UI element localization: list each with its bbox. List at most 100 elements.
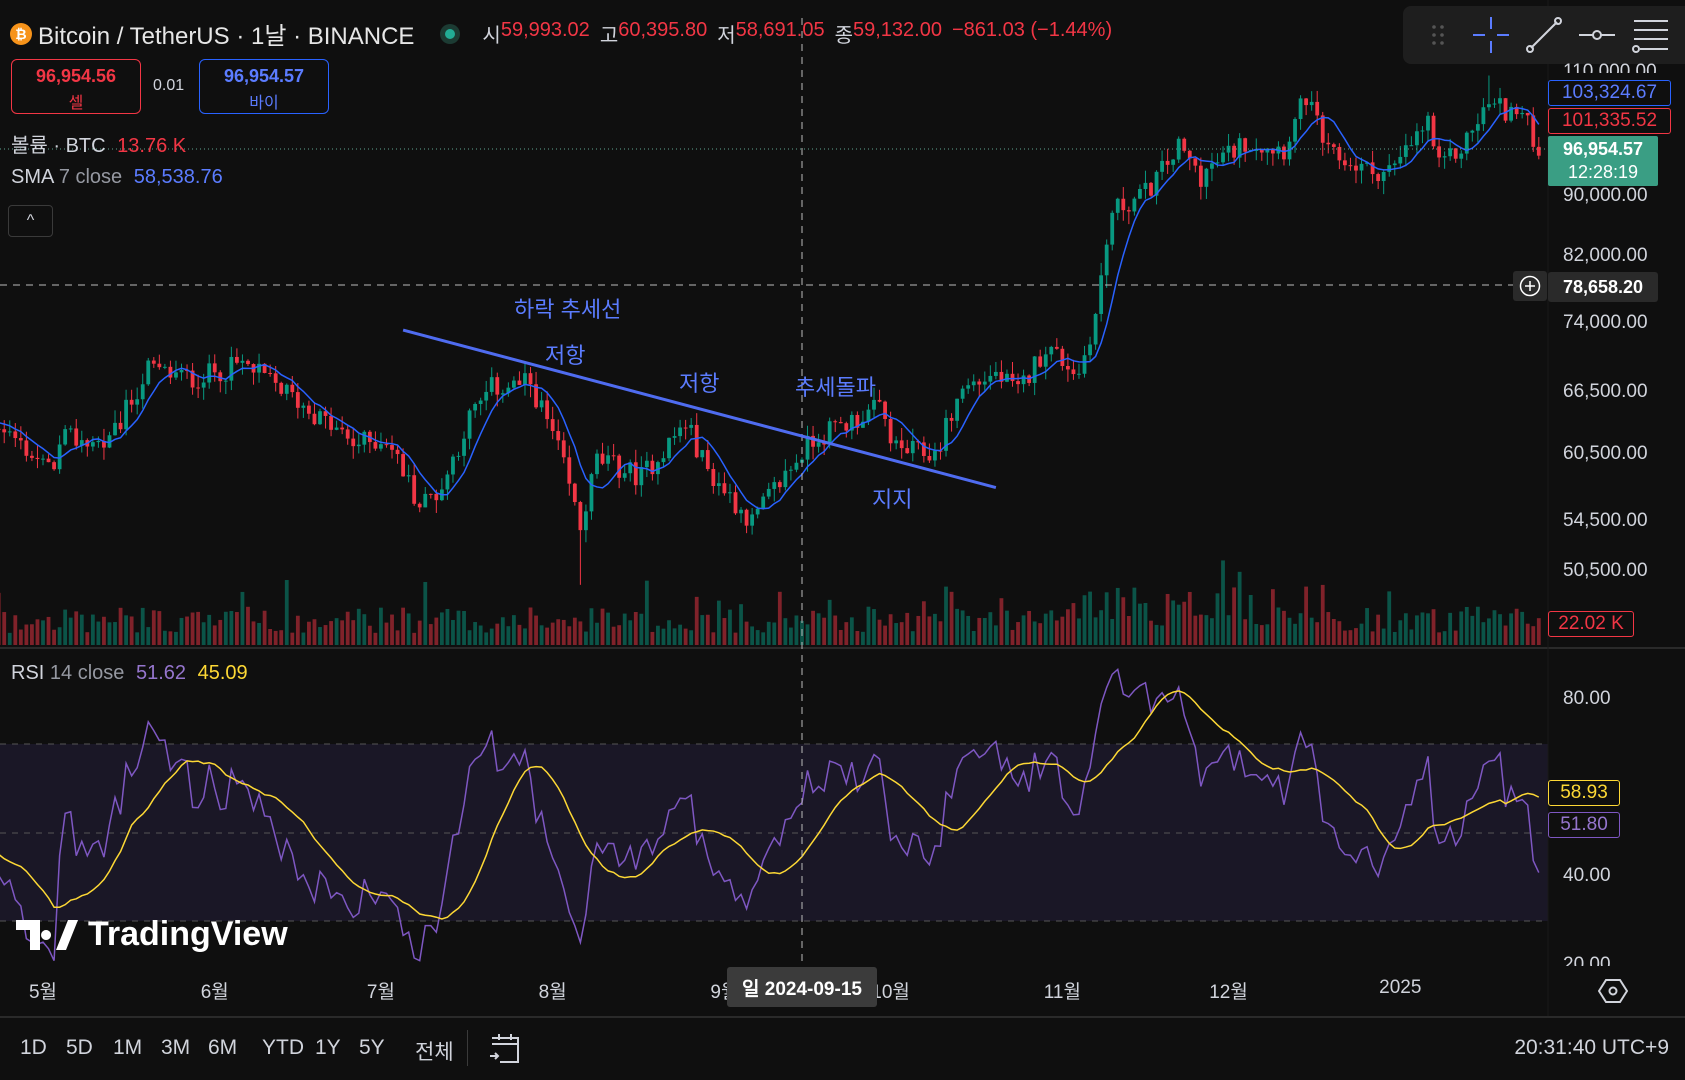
volume-bar — [196, 611, 201, 645]
candle-body — [1431, 115, 1436, 147]
candle-body — [401, 454, 405, 477]
volume-bar — [988, 612, 993, 645]
candle-body — [1409, 145, 1414, 147]
chart-settings-button[interactable] — [1597, 978, 1629, 1009]
volume-bar — [1154, 624, 1159, 645]
volume-bar — [373, 632, 378, 645]
volume-bar — [279, 630, 284, 645]
range-button-5D[interactable]: 5D — [66, 1036, 93, 1060]
candle-body — [1459, 153, 1464, 159]
volume-bar — [262, 610, 267, 645]
candle-body — [966, 385, 971, 389]
range-button-1M[interactable]: 1M — [113, 1036, 142, 1060]
candle-body — [1149, 182, 1153, 196]
candle-body — [1215, 162, 1220, 164]
annotation-resistance-2[interactable]: 저항 — [679, 366, 719, 398]
volume-bar — [1248, 594, 1253, 645]
volume-bar — [312, 619, 317, 645]
volume-bar — [35, 619, 40, 645]
volume-bar — [977, 617, 982, 645]
candle-body — [561, 440, 566, 458]
volume-bar — [1320, 584, 1325, 645]
candle-body — [318, 411, 322, 425]
sell-button[interactable]: 96,954.56 셀 — [11, 59, 141, 114]
candle-body — [833, 421, 838, 423]
trend-line-icon[interactable] — [1522, 13, 1566, 57]
open-key: 시 — [482, 25, 501, 47]
crosshair-icon[interactable] — [1469, 13, 1513, 57]
volume-bar — [1198, 614, 1203, 645]
range-button-YTD[interactable]: YTD — [262, 1036, 304, 1060]
rsi-legend[interactable]: RSI 14 close 51.62 45.09 — [11, 662, 248, 685]
volume-bar — [617, 625, 622, 645]
candle-body — [888, 418, 893, 444]
volume-bar — [495, 623, 500, 645]
volume-legend[interactable]: 볼륨 · BTC 13.76 K — [11, 129, 186, 158]
volume-bar — [1276, 607, 1281, 645]
high-key: 고 — [599, 25, 619, 47]
add-alert-button[interactable] — [1513, 271, 1547, 301]
volume-bar — [949, 591, 954, 645]
volume-bar — [1503, 625, 1508, 645]
candle-body — [334, 427, 339, 430]
volume-bar — [1331, 619, 1336, 645]
candle-body — [816, 442, 821, 447]
annotation-breakout[interactable]: 추세돌파 — [795, 370, 876, 402]
annotation-downtrend-line[interactable]: 하락 추세선 — [514, 292, 621, 324]
candle-body — [52, 462, 56, 470]
clock-timezone[interactable]: 20:31:40 UTC+9 — [1514, 1036, 1669, 1060]
candle-body — [340, 427, 345, 430]
range-button-5Y[interactable]: 5Y — [359, 1036, 385, 1060]
candle-body — [7, 431, 12, 433]
volume-bar — [362, 614, 367, 645]
annotation-support[interactable]: 지지 — [872, 482, 912, 514]
candle-body — [523, 373, 527, 385]
volume-bar — [41, 620, 45, 645]
go-to-date-button[interactable] — [488, 1032, 522, 1071]
volume-bar — [855, 631, 860, 645]
collapse-legend-button[interactable]: ^ — [8, 205, 53, 237]
range-button-6M[interactable]: 6M — [208, 1036, 237, 1060]
plus-circle-icon — [1519, 275, 1541, 297]
sma-legend[interactable]: SMA 7 close 58,538.76 — [11, 166, 223, 189]
volume-bar — [307, 621, 311, 645]
drag-handle-icon[interactable] — [1416, 13, 1460, 57]
candle-body — [174, 372, 178, 378]
range-button-1D[interactable]: 1D — [20, 1036, 47, 1060]
annotation-resistance-1[interactable]: 저항 — [545, 338, 585, 370]
volume-value-label: 22.02 K — [1548, 611, 1634, 637]
buy-button[interactable]: 96,954.57 바이 — [199, 59, 329, 114]
volume-bar — [1210, 618, 1214, 645]
candle-body — [844, 423, 849, 431]
volume-bar — [955, 608, 959, 645]
horizontal-ray-icon[interactable] — [1575, 13, 1619, 57]
menu-icon[interactable] — [1628, 13, 1672, 57]
candle-body — [1193, 158, 1198, 166]
volume-bar — [656, 625, 660, 645]
downtrend-line[interactable] — [402, 328, 997, 490]
volume-bar — [1409, 629, 1414, 645]
buy-price: 96,954.57 — [223, 66, 305, 86]
candle-body — [777, 482, 782, 488]
candle-body — [451, 456, 455, 475]
volume-bar — [733, 632, 738, 645]
volume-bar — [85, 632, 90, 645]
candle-body — [46, 458, 51, 463]
volume-bar — [1293, 623, 1297, 645]
volume-bar — [916, 615, 921, 645]
volume-bar — [135, 632, 140, 645]
volume-bar — [223, 611, 228, 645]
volume-bar — [766, 621, 771, 645]
range-button-3M[interactable]: 3M — [161, 1036, 190, 1060]
volume-bar — [1442, 631, 1447, 645]
range-button-1Y[interactable]: 1Y — [315, 1036, 341, 1060]
tradingview-logo[interactable]: TradingView — [16, 915, 288, 954]
candle-body — [1282, 146, 1286, 160]
candle-body — [1005, 373, 1009, 382]
candle-body — [622, 473, 627, 478]
symbol-title[interactable]: Bitcoin / TetherUS · 1날 · BINANCE — [38, 16, 414, 51]
candle-body — [290, 384, 295, 393]
range-button-전체[interactable]: 전체 — [415, 1036, 454, 1066]
volume-bar — [1459, 611, 1464, 645]
candle-body — [1160, 160, 1164, 172]
